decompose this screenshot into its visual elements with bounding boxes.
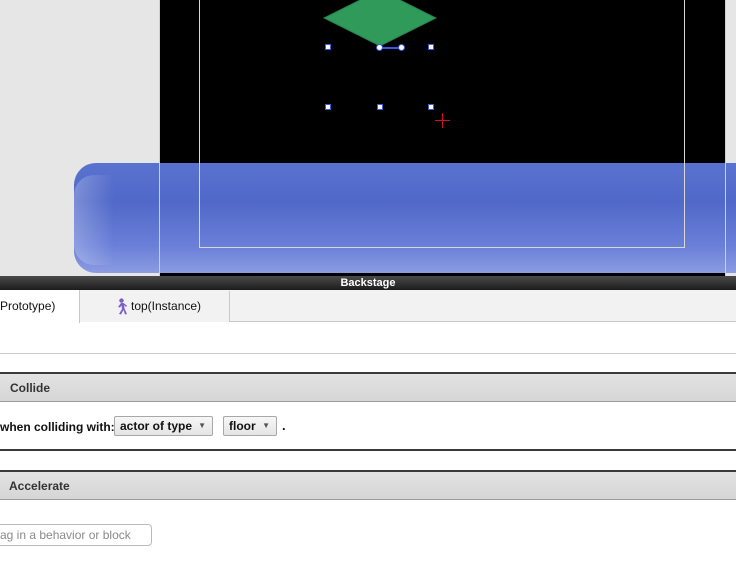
floor-actor-shading — [74, 175, 114, 265]
selection-handle-bottom-right[interactable] — [428, 104, 434, 110]
accelerate-behavior-header[interactable]: Accelerate — [0, 470, 736, 500]
stage-edge-right — [725, 0, 726, 276]
collide-condition-label: when colliding with: — [0, 420, 115, 434]
walker-icon — [118, 298, 127, 315]
selection-handle-bottom-center[interactable] — [377, 104, 383, 110]
collide-behavior-header[interactable]: Collide — [0, 372, 736, 402]
collide-target-actor-value: floor — [229, 419, 256, 433]
origin-crosshair-vertical — [442, 113, 443, 128]
selection-handle-top-left[interactable] — [325, 44, 331, 50]
panel-divider — [0, 353, 736, 354]
behavior-search-placeholder: ag in a behavior or block — [0, 528, 131, 542]
chevron-down-icon: ▼ — [198, 421, 206, 430]
selection-handle-top-right[interactable] — [428, 44, 434, 50]
tab-instance-label: top(Instance) — [131, 299, 202, 313]
backstage-bar[interactable]: Backstage — [0, 276, 736, 290]
behavior-search-input[interactable]: ag in a behavior or block — [0, 524, 152, 546]
backstage-title: Backstage — [340, 277, 396, 289]
chevron-down-icon: ▼ — [262, 421, 270, 430]
top-actor-diamond[interactable] — [320, 0, 440, 48]
stage-edge-left — [159, 0, 160, 276]
accelerate-behavior-title: Accelerate — [9, 479, 70, 493]
collide-target-actor-dropdown[interactable]: floor ▼ — [223, 416, 277, 436]
tab-prototype[interactable]: Prototype) — [0, 290, 80, 323]
tab-prototype-label: Prototype) — [0, 299, 56, 313]
scene-canvas[interactable] — [0, 0, 736, 276]
collide-target-type-dropdown[interactable]: actor of type ▼ — [114, 416, 213, 436]
rotation-handle[interactable] — [398, 44, 405, 51]
collide-target-type-value: actor of type — [120, 419, 193, 433]
collide-behavior-title: Collide — [10, 381, 51, 395]
tab-instance[interactable]: top(Instance) — [80, 291, 230, 322]
rotation-handle-center[interactable] — [376, 44, 383, 51]
selection-handle-bottom-left[interactable] — [325, 104, 331, 110]
collide-terminator: . — [282, 418, 286, 433]
